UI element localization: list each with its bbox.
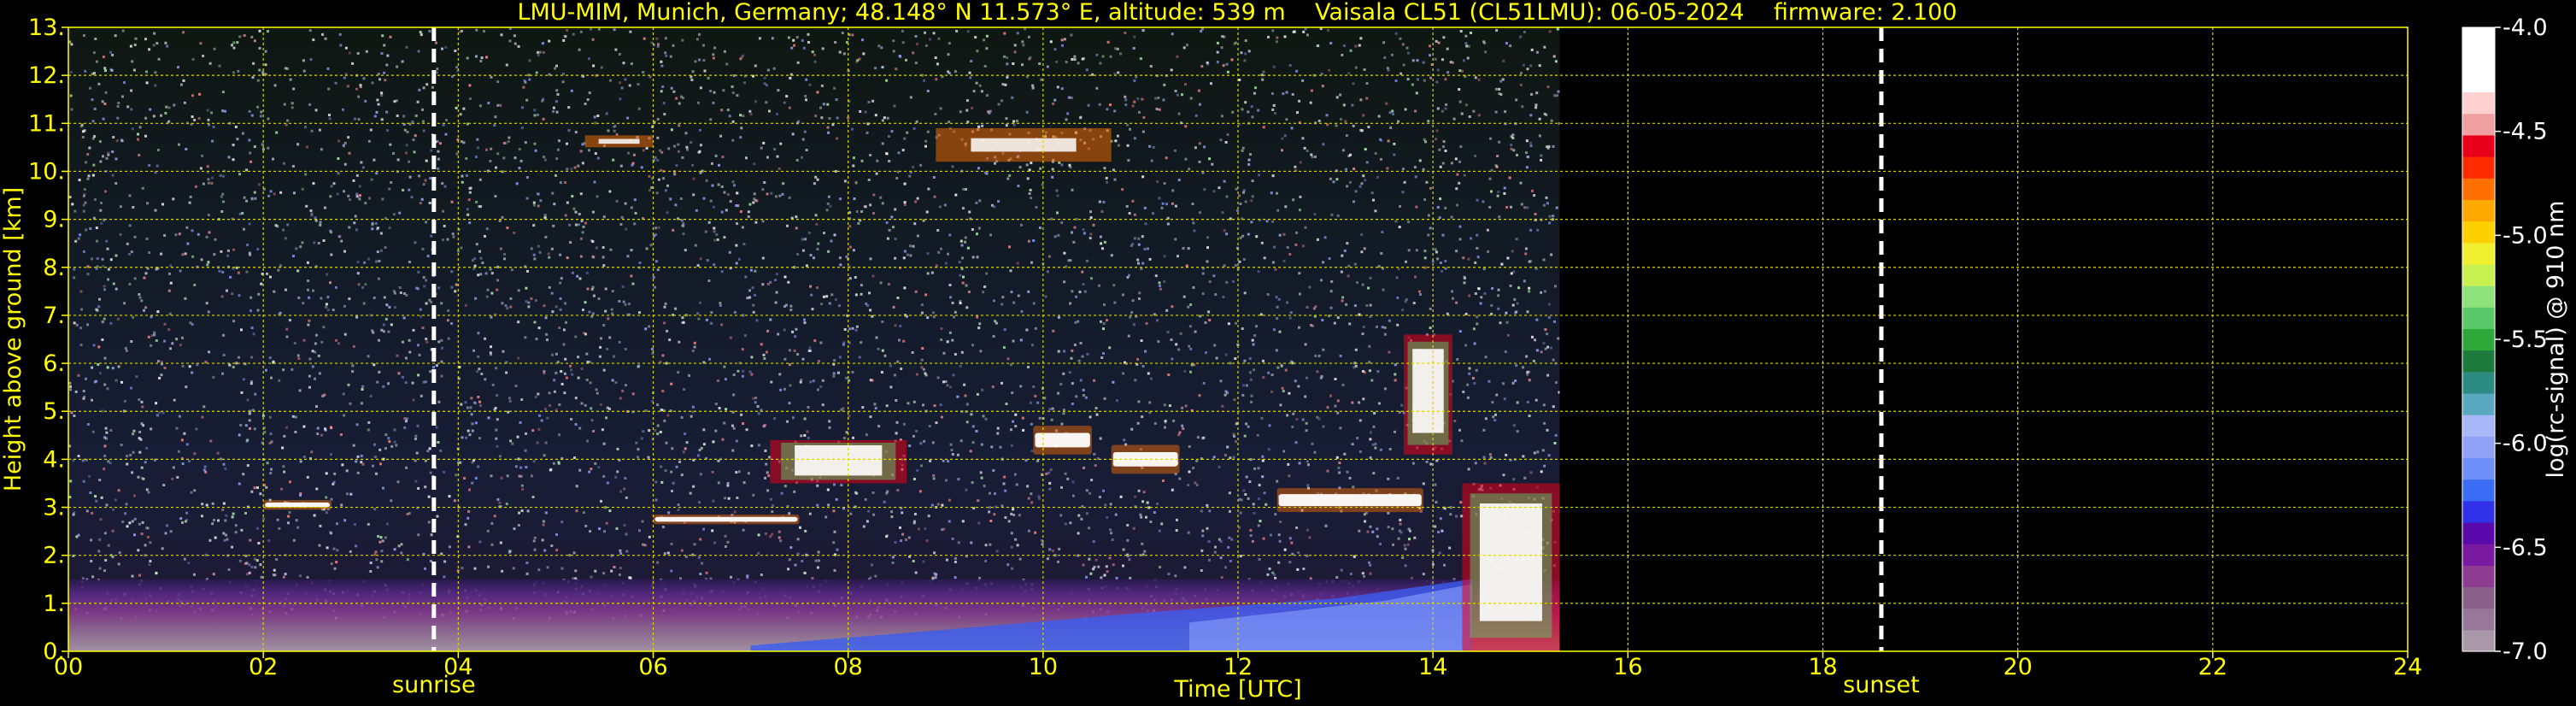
colorbar-segment [2462, 479, 2495, 502]
x-tick-label: 06 [638, 654, 667, 680]
colorbar-segment [2462, 156, 2495, 179]
y-tick-label: 13. [28, 15, 65, 41]
colorbar-segment [2462, 263, 2495, 286]
colorbar-segment [2462, 199, 2495, 222]
y-tick-label: 5. [43, 398, 65, 425]
colorbar-segment [2462, 70, 2495, 93]
cloud-layer [795, 444, 883, 476]
y-tick-label: 1. [43, 591, 65, 617]
colorbar-segment [2462, 500, 2495, 523]
colorbar-tick-label: -7.0 [2503, 638, 2548, 665]
y-tick-label: 2. [43, 543, 65, 569]
colorbar-segment [2462, 134, 2495, 157]
y-tick-label: 12. [28, 62, 65, 89]
colorbar-segment [2462, 608, 2495, 631]
no-data-region [1559, 27, 2408, 651]
colorbar-tick-label: -6.5 [2503, 534, 2548, 561]
x-axis-label: Time [UTC] [1173, 676, 1301, 703]
colorbar-segment [2462, 521, 2495, 544]
colorbar-segment [2462, 221, 2495, 244]
colorbar-segment [2462, 371, 2495, 394]
noise-field [68, 27, 1560, 651]
x-tick-label: 16 [1613, 654, 1642, 680]
x-tick-label: 10 [1029, 654, 1058, 680]
colorbar-label: log(rc-signal) @ 910 nm [2543, 201, 2569, 479]
x-tick-label: 24 [2393, 654, 2422, 680]
colorbar-segment [2462, 178, 2495, 200]
x-tick-label: 02 [249, 654, 278, 680]
cloud-layer [1412, 349, 1444, 433]
y-tick-label: 7. [43, 303, 65, 329]
sun-marker-label: sunset [1843, 672, 1920, 698]
y-tick-label: 8. [43, 255, 65, 281]
cloud-layer [1278, 494, 1422, 507]
colorbar-tick-label: -4.5 [2503, 119, 2548, 145]
colorbar-segment [2462, 350, 2495, 373]
colorbar-segment [2462, 307, 2495, 330]
colorbar-tick-label: -5.0 [2503, 222, 2548, 249]
cloud-layer [654, 516, 798, 522]
colorbar-segment [2462, 415, 2495, 437]
y-axis-label: Height above ground [km] [0, 187, 26, 491]
colorbar-segment [2462, 457, 2495, 480]
colorbar-segment [2462, 242, 2495, 265]
colorbar-segment [2462, 49, 2495, 71]
y-tick-label: 10. [28, 158, 65, 185]
cirrus-layer [971, 138, 1077, 152]
colorbar-segment [2462, 392, 2495, 415]
colorbar-segment [2462, 91, 2495, 115]
colorbar-tick-label: -6.0 [2503, 431, 2548, 457]
chart-title: LMU-MIM, Munich, Germany; 48.148° N 11.5… [517, 0, 1957, 26]
cirrus-layer [598, 138, 640, 144]
colorbar-segment [2462, 629, 2495, 652]
colorbar-segment [2462, 586, 2495, 609]
y-tick-label: 4. [43, 446, 65, 473]
y-tick-label: 0. [43, 638, 65, 665]
x-tick-label: 08 [833, 654, 862, 680]
colorbar-segment [2462, 565, 2495, 588]
x-tick-label: 22 [2198, 654, 2227, 680]
colorbar-segment [2462, 113, 2495, 136]
colorbar-tick-label: -5.5 [2503, 327, 2548, 353]
x-tick-label: 04 [443, 654, 472, 680]
y-tick-label: 6. [43, 350, 65, 377]
x-tick-label: 18 [1808, 654, 1837, 680]
cloud-layer [265, 502, 331, 508]
x-tick-label: 14 [1418, 654, 1447, 680]
colorbar-segment [2462, 544, 2495, 566]
colorbar-segment [2462, 328, 2495, 351]
colorbar-segment [2462, 436, 2495, 459]
y-tick-label: 9. [43, 207, 65, 233]
colorbar-segment [2462, 285, 2495, 308]
ceilometer-chart: LMU-MIM, Munich, Germany; 48.148° N 11.5… [0, 0, 2576, 706]
x-tick-label: 20 [2003, 654, 2032, 680]
colorbar-segment [2462, 27, 2495, 50]
y-tick-label: 3. [43, 495, 65, 521]
y-tick-label: 11. [28, 110, 65, 137]
colorbar-tick-label: -4.0 [2503, 15, 2548, 41]
